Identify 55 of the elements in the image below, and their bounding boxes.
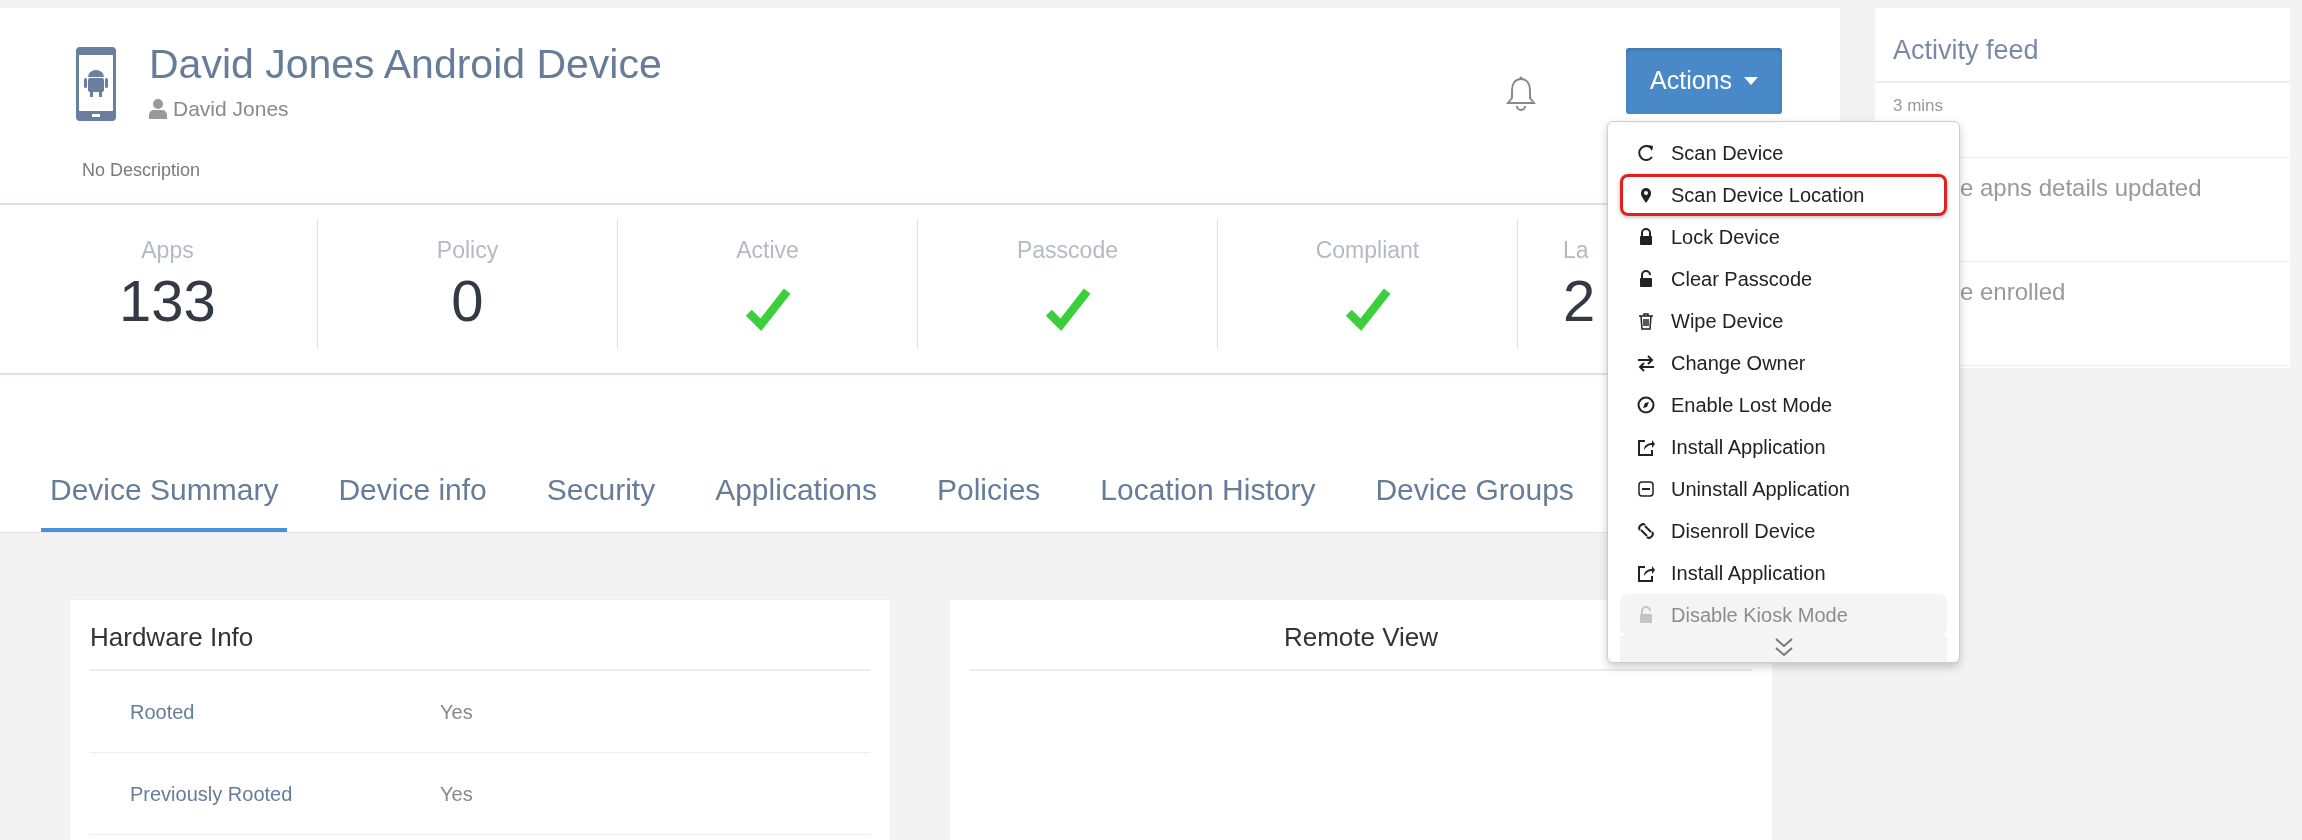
card-title: Hardware Info [90,600,870,671]
stat-label: Apps [140,236,195,265]
minus-square-icon [1637,480,1655,498]
stat-label: Passcode [1016,236,1119,265]
activity-text: e apns details updated [1960,174,2202,201]
refresh-icon [1637,144,1655,162]
menu-item[interactable]: Scan Device [1620,132,1947,174]
menu-item[interactable]: Install Application [1620,552,1947,594]
menu-item[interactable]: Enable Lost Mode [1620,384,1947,426]
tab[interactable]: Security [537,467,665,532]
compass-icon [1637,396,1655,414]
share-icon [1637,564,1655,582]
menu-item[interactable]: Clear Passcode [1620,258,1947,300]
info-value: Yes [440,699,473,725]
caret-icon [1744,77,1758,85]
device-description: No Description [82,158,202,182]
info-label: Previously Rooted [130,781,294,807]
menu-item[interactable]: Lock Device [1620,216,1947,258]
tab[interactable]: Device info [329,467,496,532]
panel-title: Activity feed [1875,8,2290,83]
info-value: Yes [440,781,473,807]
android-phone-icon [75,46,117,122]
tab[interactable]: Applications [706,467,886,532]
stat-label: Policy [435,236,500,265]
menu-item[interactable]: Scan Device Location [1620,174,1947,216]
stat-value: 133 [118,267,217,335]
owner-name: David Jones [173,96,289,123]
double-chevron-icon[interactable] [1773,636,1794,658]
stat-label: La [1563,236,1589,265]
menu-item[interactable]: Change Owner [1620,342,1947,384]
stat-value: 2 [1563,267,1596,335]
trash-icon [1637,312,1655,330]
tab[interactable]: Device Summary [41,467,288,532]
info-label: Rooted [130,699,196,725]
share-icon [1637,438,1655,456]
actions-button[interactable]: Actions [1626,48,1782,114]
stat-label: Compliant [1314,236,1421,265]
device-title: David Jones Android Device [149,42,663,88]
unlocked-padlock-icon [1637,270,1655,288]
stat-value: 0 [450,267,485,335]
tab[interactable]: Location History [1091,467,1325,532]
activity-text: e enrolled [1960,278,2066,305]
menu-item[interactable]: Install Application [1620,426,1947,468]
swap-arrows-icon [1637,354,1655,372]
activity-time: 3 mins [1893,96,1944,115]
menu-item[interactable]: Disenroll Device [1620,510,1947,552]
unlocked-padlock-icon [1637,606,1655,624]
menu-item[interactable]: Uninstall Application [1620,468,1947,510]
stat-label: Active [735,236,800,265]
user-icon [149,98,167,119]
tab[interactable]: Device Groups [1366,467,1583,532]
bell-icon[interactable] [1506,76,1536,112]
tab[interactable]: Policies [927,467,1050,532]
lock-icon [1637,228,1655,246]
menu-item[interactable]: Wipe Device [1620,300,1947,342]
